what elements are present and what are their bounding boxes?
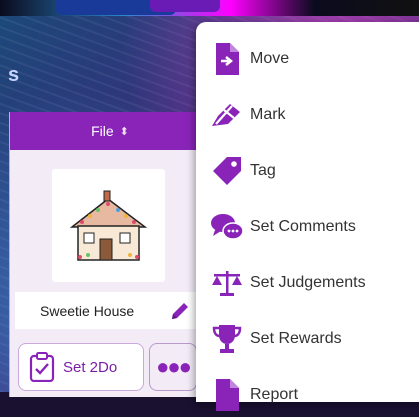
mark-icon <box>209 97 245 133</box>
menu-item-label: Set Rewards <box>250 330 342 347</box>
menu-item-label: Report <box>250 386 299 403</box>
clipboard-check-icon <box>29 352 55 382</box>
set-2do-button[interactable]: Set 2Do <box>18 343 144 391</box>
card-header-label: File <box>91 123 114 139</box>
top-tab-highlight[interactable] <box>150 0 220 12</box>
menu-item-label: Move <box>250 50 290 67</box>
item-name-row: Sweetie House <box>15 292 197 329</box>
menu-item-label: Mark <box>250 106 286 123</box>
comments-icon <box>209 209 245 245</box>
menu-item-mark[interactable]: Mark <box>196 93 419 137</box>
set-2do-label: Set 2Do <box>63 358 118 376</box>
more-options-button[interactable]: ●●● <box>149 343 197 391</box>
house-image <box>69 190 148 261</box>
top-bar <box>0 0 419 16</box>
trophy-icon <box>209 321 245 357</box>
ellipsis-icon: ●●● <box>156 354 192 379</box>
card-header[interactable]: File ⬍ <box>10 112 210 150</box>
menu-item-label: Set Comments <box>250 218 356 235</box>
menu-item-set-comments[interactable]: Set Comments <box>196 205 419 249</box>
menu-item-report[interactable]: Report <box>196 373 419 417</box>
item-name: Sweetie House <box>40 302 135 319</box>
tag-icon <box>209 153 245 189</box>
item-thumbnail[interactable] <box>52 169 165 282</box>
menu-item-label: Tag <box>250 162 276 179</box>
menu-item-set-judgements[interactable]: Set Judgements <box>196 261 419 305</box>
menu-item-move[interactable]: Move <box>196 37 419 81</box>
menu-item-set-rewards[interactable]: Set Rewards <box>196 317 419 361</box>
menu-item-tag[interactable]: Tag <box>196 149 419 193</box>
report-icon <box>209 377 245 413</box>
sort-chevron-icon[interactable]: ⬍ <box>120 125 129 138</box>
menu-item-label: Set Judgements <box>250 274 366 291</box>
context-menu: Move Mark Tag Set Comments Set Judgement… <box>196 22 419 411</box>
scales-icon <box>209 265 245 301</box>
section-title-fragment: s <box>8 64 20 86</box>
file-card: File ⬍ Sweetie House Set 2Do ●●● <box>9 112 210 397</box>
file-move-icon <box>209 41 245 77</box>
pencil-edit-icon[interactable] <box>169 300 191 325</box>
